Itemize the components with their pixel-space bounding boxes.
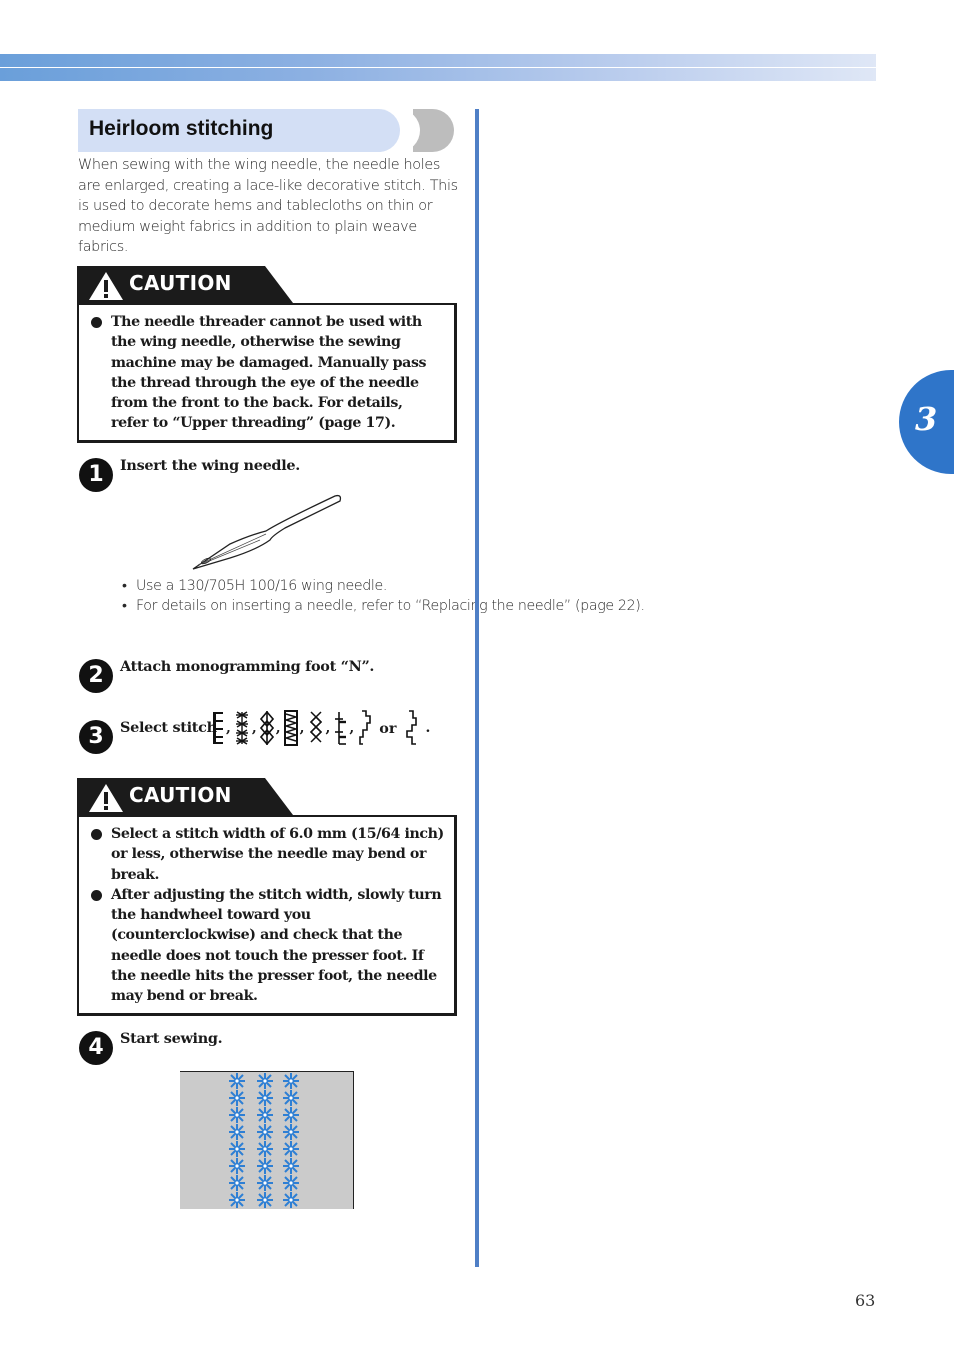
stitch-star (283, 1107, 299, 1123)
stitch-star (283, 1090, 299, 1106)
stitch-star (283, 1192, 299, 1208)
bullet-icon (91, 889, 102, 901)
stitch-star (229, 1192, 245, 1208)
caution-box-threader: CAUTION The needle threader cannot be us… (77, 266, 457, 443)
column-divider (475, 109, 479, 1267)
separator: , (299, 720, 305, 736)
stitch-star (229, 1158, 245, 1174)
header-band-top (0, 54, 876, 67)
stitch-star (257, 1107, 273, 1123)
separator: , (349, 720, 355, 736)
or-label: or (379, 719, 397, 737)
zigzag-column-stitch-icon[interactable] (283, 710, 298, 746)
header-band-bottom (0, 68, 876, 81)
separator: , (325, 720, 331, 736)
stitch-star (257, 1192, 273, 1208)
caution-box-stitch-width: CAUTION Select a stitch width of 6.0 mm … (77, 778, 457, 1016)
separator: , (275, 720, 281, 736)
intro-paragraph: When sewing with the wing needle, the ne… (78, 157, 458, 255)
step-number-badge: 1 (79, 458, 113, 492)
chapter-tab[interactable]: 3 (899, 370, 954, 474)
step-text: Select stitch (120, 719, 217, 736)
stitch-star (283, 1158, 299, 1174)
section-title-bar: Heirloom stitching (78, 109, 454, 152)
warning-icon (89, 272, 123, 300)
lattice-stitch-icon[interactable] (308, 711, 324, 745)
separator: , (251, 720, 257, 736)
step-right-stitch-icon[interactable] (357, 710, 373, 746)
stitch-star (257, 1158, 273, 1174)
caution-item: The needle threader cannot be used with … (89, 312, 444, 434)
stitch-star (229, 1175, 245, 1191)
wing-needle-illustration (192, 494, 342, 570)
caution-item-text: The needle threader cannot be used with … (111, 314, 427, 432)
step-number-badge: 2 (79, 659, 113, 693)
chapter-number: 3 (915, 400, 938, 438)
caution-label: CAUTION (129, 783, 232, 807)
step-number-badge: 3 (79, 720, 113, 754)
stitch-star (283, 1141, 299, 1157)
step-1-notes: Use a 130/705H 100/16 wing needle. For d… (122, 576, 645, 617)
end-period: . (425, 720, 431, 736)
cross-star-stitch-icon[interactable] (234, 711, 250, 745)
stitch-star (283, 1073, 299, 1089)
stitch-star (229, 1090, 245, 1106)
stitch-star (257, 1124, 273, 1140)
warning-icon (89, 784, 123, 812)
caution-item-text: Select a stitch width of 6.0 mm (15/64 i… (111, 826, 444, 883)
stitch-star (283, 1124, 299, 1140)
caution-label: CAUTION (129, 271, 232, 295)
note-item: Use a 130/705H 100/16 wing needle. (122, 576, 645, 597)
caution-body: Select a stitch width of 6.0 mm (15/64 i… (77, 815, 457, 1016)
caution-header: CAUTION (77, 778, 293, 815)
bullet-icon (91, 317, 102, 328)
step-number-badge: 4 (79, 1031, 113, 1065)
stitch-star (229, 1107, 245, 1123)
page-number: 63 (855, 1291, 876, 1310)
section-title: Heirloom stitching (89, 117, 274, 140)
stitch-selection-row: , , , , , , or . (212, 708, 433, 748)
heirloom-stitch-pattern (229, 1073, 299, 1208)
caution-body: The needle threader cannot be used with … (77, 303, 457, 443)
step-text: Start sewing. (120, 1030, 223, 1047)
step-text: Attach monogramming foot “N”. (120, 658, 375, 675)
stitch-star (257, 1073, 273, 1089)
note-item: For details on inserting a needle, refer… (122, 596, 645, 617)
caution-item: Select a stitch width of 6.0 mm (15/64 i… (89, 824, 444, 885)
stitch-star (257, 1175, 273, 1191)
stitch-star (229, 1073, 245, 1089)
stitch-star (283, 1175, 299, 1191)
bar-tack-stitch-icon[interactable] (333, 711, 347, 745)
caution-item: After adjusting the stitch width, slowly… (89, 885, 444, 1007)
sewn-fabric-illustration (180, 1071, 354, 1209)
diamond-chain-stitch-icon[interactable] (259, 711, 274, 745)
caution-item-text: After adjusting the stitch width, slowly… (111, 886, 442, 1005)
step-left-stitch-icon[interactable] (404, 710, 420, 746)
stitch-star (229, 1141, 245, 1157)
bullet-icon (91, 829, 102, 840)
comb-stitch-icon[interactable] (212, 711, 224, 745)
stitch-star (229, 1124, 245, 1140)
step-text: Insert the wing needle. (120, 457, 300, 474)
stitch-star (257, 1141, 273, 1157)
caution-header: CAUTION (77, 266, 293, 303)
stitch-star (257, 1090, 273, 1106)
separator: , (226, 720, 231, 736)
